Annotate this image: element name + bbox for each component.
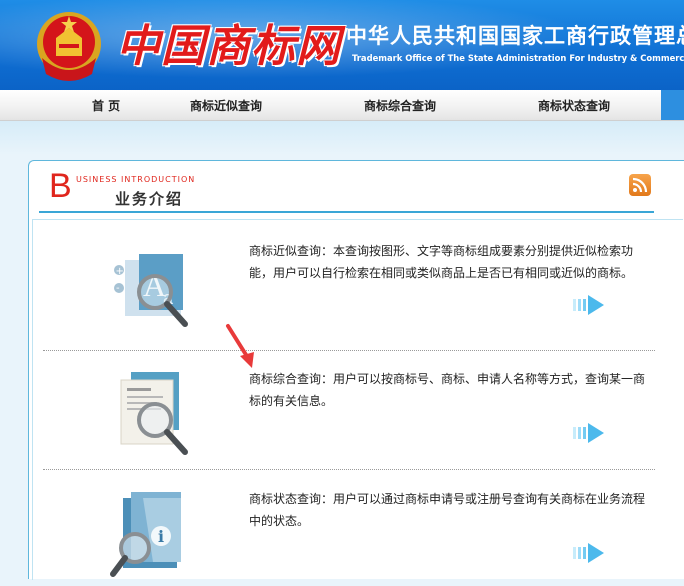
service-item-comprehensive: 商标综合查询：用户可以按商标号、商标、申请人名称等方式，查询某一商标的有关信息。 — [33, 348, 683, 466]
info-search-icon[interactable]: i — [105, 478, 195, 578]
service-desc-comprehensive: 商标综合查询：用户可以按商标号、商标、申请人名称等方式，查询某一商标的有关信息。 — [249, 372, 646, 408]
more-arrow-icon[interactable] — [573, 294, 605, 316]
section-initial: B — [49, 167, 72, 205]
red-pointer-arrow-icon — [226, 324, 254, 368]
services-list: A a + - 商标近似查询：本查询按图形、文字等商标组成要素分别提供近似检索功… — [32, 219, 683, 580]
nav-status-search[interactable]: 商标状态查询 — [538, 97, 610, 114]
more-arrow-icon[interactable] — [573, 542, 605, 564]
main-nav: 首 页 商标近似查询 商标综合查询 商标状态查询 — [0, 90, 684, 121]
section-title: 业务介绍 — [115, 190, 184, 208]
svg-text:-: - — [116, 283, 120, 294]
service-item-status: i 商标状态查询：用户可以通过商标申请号或注册号查询有关商标在业务流程中的状态。 — [33, 468, 683, 586]
header-band — [0, 121, 684, 155]
panel-header: B USINESS INTRODUCTION 业务介绍 — [29, 161, 684, 216]
section-subtitle: USINESS INTRODUCTION — [76, 175, 196, 184]
office-name-cn: 中华人民共和国国家工商行政管理总局商标局 — [346, 24, 684, 48]
svg-text:+: + — [116, 266, 124, 277]
svg-text:i: i — [158, 527, 164, 546]
header-underline — [39, 211, 654, 213]
nav-home[interactable]: 首 页 — [92, 97, 120, 114]
site-header: 中国商标网 中华人民共和国国家工商行政管理总局商标局 Trademark Off… — [0, 0, 684, 90]
document-search-icon[interactable] — [105, 358, 195, 458]
more-arrow-icon[interactable] — [573, 422, 605, 444]
nav-similar-search[interactable]: 商标近似查询 — [190, 97, 262, 114]
service-desc-similar: 商标近似查询：本查询按图形、文字等商标组成要素分别提供近似检索功能，用户可以自行… — [249, 244, 634, 280]
nav-accent-block — [661, 90, 684, 120]
office-name-en: Trademark Office of The State Administra… — [352, 53, 684, 63]
rss-icon[interactable] — [629, 174, 651, 196]
national-emblem-icon — [37, 12, 101, 81]
service-desc-status: 商标状态查询：用户可以通过商标申请号或注册号查询有关商标在业务流程中的状态。 — [249, 492, 646, 528]
nav-comprehensive-search[interactable]: 商标综合查询 — [364, 97, 436, 114]
site-logo-text: 中国商标网 — [116, 21, 341, 72]
business-panel: B USINESS INTRODUCTION 业务介绍 A a + - — [28, 160, 684, 580]
similar-search-icon[interactable]: A a + - — [105, 230, 195, 330]
service-item-similar: A a + - 商标近似查询：本查询按图形、文字等商标组成要素分别提供近似检索功… — [33, 220, 683, 338]
